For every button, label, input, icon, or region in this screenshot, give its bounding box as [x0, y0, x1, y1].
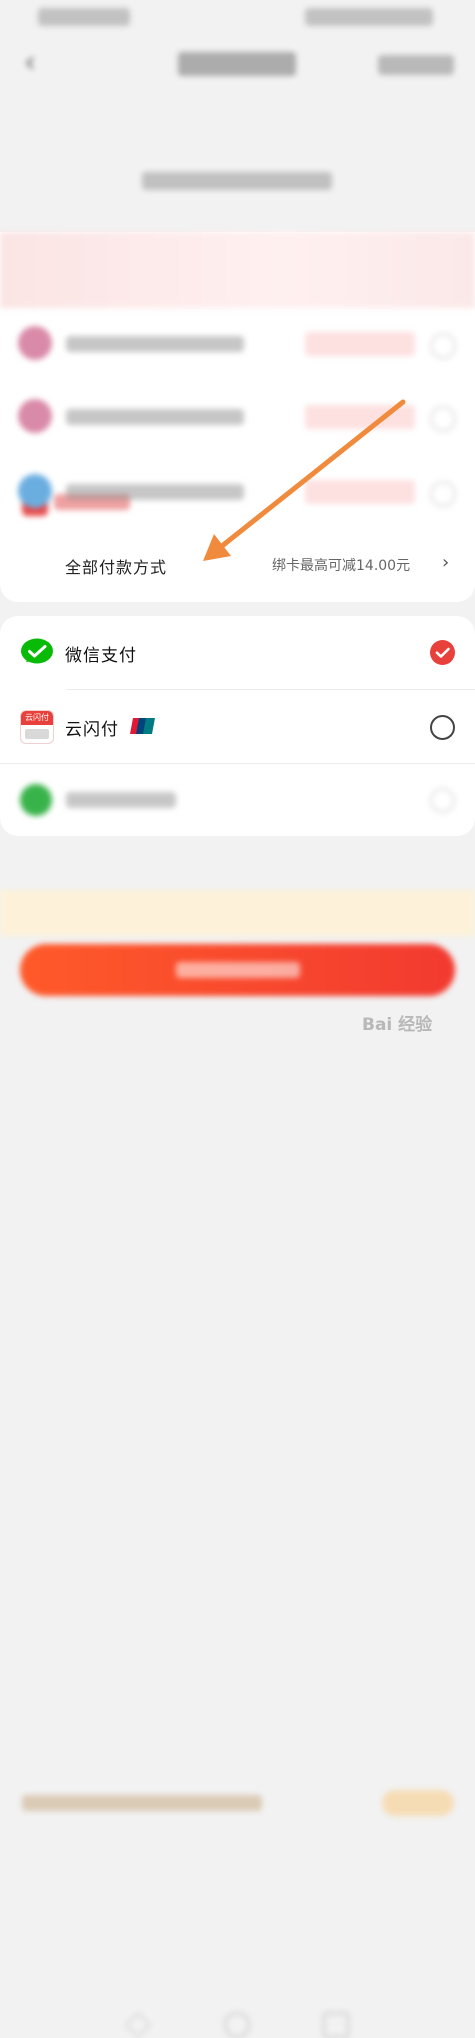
status-bar [0, 0, 475, 36]
wechat-icon [21, 638, 53, 664]
bind-card-discount[interactable]: 绑卡最高可减14.00元 [272, 555, 410, 575]
unionpay-quickpass-icon: 云闪付 [20, 710, 54, 744]
wechat-pay-label: 微信支付 [65, 646, 137, 666]
chevron-right-icon[interactable]: › [442, 552, 449, 573]
help-link[interactable] [378, 55, 454, 75]
order-info [142, 172, 332, 190]
watermark: Bai 经验 [362, 1015, 433, 1035]
confirm-pay-button[interactable] [20, 944, 455, 996]
unionpay-icon-text: 云闪付 [21, 711, 53, 725]
unionpay-label: 云闪付 [65, 720, 119, 740]
bank-banner [0, 232, 475, 516]
checked-icon[interactable] [430, 640, 455, 665]
divider [0, 763, 475, 764]
all-payment-methods-link[interactable]: 全部付款方式 [65, 554, 167, 578]
promo-bar [0, 890, 475, 1816]
divider [66, 689, 475, 690]
payment-amount [185, 118, 295, 158]
page-title [178, 52, 296, 76]
back-icon[interactable]: ‹ [24, 48, 46, 78]
unionpay-logo-icon [130, 718, 155, 734]
radio-button[interactable] [430, 715, 455, 740]
